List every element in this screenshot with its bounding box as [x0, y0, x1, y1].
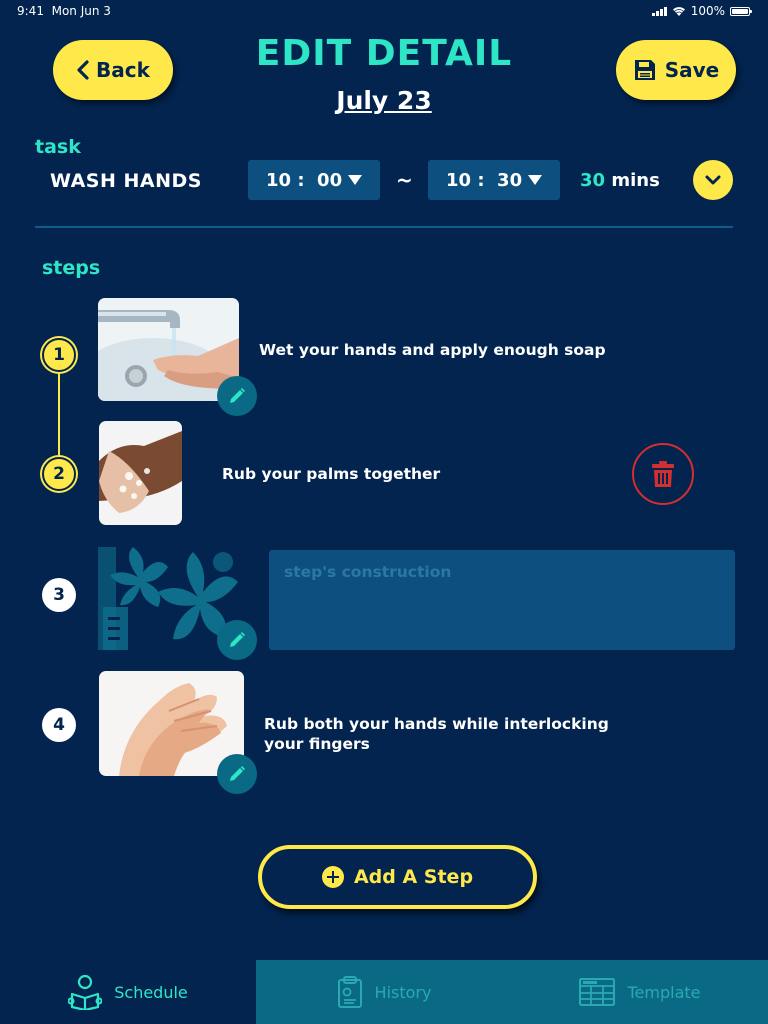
- wifi-icon: [672, 7, 685, 16]
- start-time-select[interactable]: 10 : 00: [248, 160, 380, 200]
- save-button[interactable]: Save: [616, 40, 736, 100]
- step-number-3: 3: [42, 578, 76, 612]
- steps-section-label: steps: [42, 257, 101, 279]
- pencil-icon: [230, 388, 245, 403]
- trash-icon: [652, 461, 674, 487]
- tab-schedule-label: Schedule: [114, 982, 188, 1002]
- chevron-down-icon: [705, 175, 721, 185]
- delete-step-button[interactable]: [632, 443, 694, 505]
- task-section-label: task: [35, 136, 81, 158]
- time-range-separator: ~: [396, 168, 413, 192]
- expand-task-button[interactable]: [693, 160, 733, 200]
- step-1-text[interactable]: Wet your hands and apply enough soap: [259, 340, 619, 360]
- add-step-label: Add A Step: [353, 866, 474, 888]
- palms-rubbing-photo: [99, 421, 182, 525]
- status-time-date: 9:41 Mon Jun 3: [17, 4, 111, 18]
- tab-template[interactable]: Template: [512, 960, 768, 1024]
- step-1-image[interactable]: [98, 298, 239, 401]
- cellular-signal-icon: [651, 6, 667, 16]
- pencil-icon: [230, 632, 245, 647]
- floppy-disk-icon: [634, 60, 655, 80]
- dropdown-triangle-icon: [348, 175, 362, 185]
- battery-percent: 100%: [690, 4, 725, 18]
- tab-template-label: Template: [627, 982, 701, 1002]
- add-step-button[interactable]: Add A Step: [258, 845, 537, 909]
- task-name: WASH HANDS: [50, 170, 202, 192]
- tab-history[interactable]: History: [256, 960, 512, 1024]
- edit-step-4-button[interactable]: [217, 754, 257, 794]
- save-label: Save: [664, 58, 720, 82]
- start-time-value: 10 : 00: [266, 169, 343, 191]
- tab-history-label: History: [374, 982, 432, 1002]
- hand-washing-photo: [98, 298, 239, 401]
- dropdown-triangle-icon: [528, 175, 542, 185]
- status-indicators: 100%: [651, 4, 752, 18]
- step-construction-placeholder: step's construction: [284, 563, 452, 581]
- status-time: 9:41: [17, 4, 44, 18]
- step-2-text[interactable]: Rub your palms together: [222, 464, 582, 484]
- step-number-2: 2: [42, 457, 76, 491]
- end-time-value: 10 : 30: [446, 169, 523, 191]
- reader-icon: [68, 974, 103, 1010]
- status-date: Mon Jun 3: [51, 4, 111, 18]
- step-2-image[interactable]: [99, 421, 182, 525]
- clipboard-icon: [337, 976, 362, 1008]
- step-construction-textarea[interactable]: step's construction: [269, 550, 735, 650]
- table-icon: [579, 978, 616, 1006]
- step-number-1: 1: [42, 338, 76, 372]
- duration-value: 30: [580, 170, 606, 191]
- duration-unit: mins: [611, 170, 660, 191]
- task-duration: 30 mins: [580, 170, 660, 191]
- bottom-tab-bar: Schedule History Template: [0, 960, 768, 1024]
- end-time-select[interactable]: 10 : 30: [428, 160, 560, 200]
- section-divider: [35, 226, 733, 228]
- edit-step-1-button[interactable]: [217, 376, 257, 416]
- edit-step-3-button[interactable]: [217, 620, 257, 660]
- battery-icon: [730, 6, 752, 16]
- pencil-icon: [230, 766, 245, 781]
- step-4-text[interactable]: Rub both your hands while interlocking y…: [264, 714, 644, 754]
- step-number-4: 4: [42, 708, 76, 742]
- plus-circle-icon: [321, 866, 344, 888]
- tab-schedule[interactable]: Schedule: [0, 960, 256, 1024]
